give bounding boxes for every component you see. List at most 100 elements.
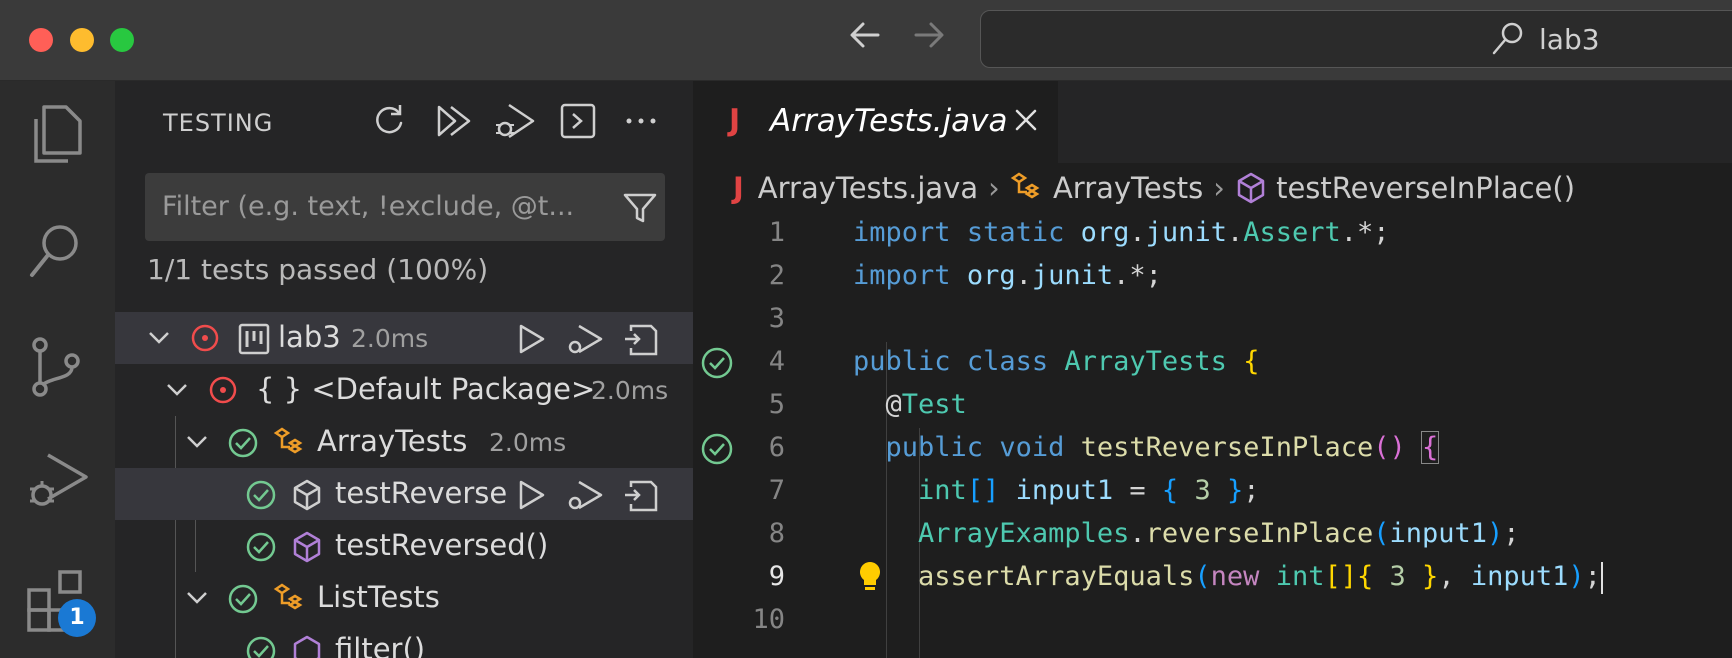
class-icon bbox=[1010, 172, 1040, 199]
tab-arraytests-java[interactable]: J ArrayTests.java bbox=[693, 81, 1058, 163]
code-text: assertArrayEquals(new int[]{ 3 }, input1… bbox=[918, 561, 1603, 594]
maximize-window-button[interactable] bbox=[110, 28, 134, 52]
code-text: import static org.junit.Assert.*; bbox=[853, 217, 1390, 248]
code-line: 9 assertArrayEquals(new int[]{ 3 }, inpu… bbox=[693, 557, 1732, 600]
run-debug-icon[interactable] bbox=[26, 449, 90, 517]
breadcrumb-method[interactable]: testReverseInPlace() bbox=[1276, 171, 1575, 205]
breadcrumb-class[interactable]: ArrayTests bbox=[1053, 171, 1203, 205]
code-text: public class ArrayTests { bbox=[853, 346, 1260, 377]
code-line: 4 public class ArrayTests { bbox=[693, 342, 1732, 385]
go-to-test-icon[interactable] bbox=[623, 323, 659, 361]
tree-label: testReversed() bbox=[335, 528, 549, 562]
search-text: lab3 bbox=[1539, 23, 1600, 56]
method-icon bbox=[291, 479, 323, 515]
line-number: 5 bbox=[768, 389, 785, 420]
java-file-icon: J bbox=[729, 103, 741, 138]
test-passed-gutter-icon[interactable] bbox=[700, 346, 734, 387]
method-icon bbox=[291, 531, 323, 567]
arrow-right-icon[interactable] bbox=[912, 18, 946, 61]
tree-duration: 2.0ms bbox=[591, 376, 669, 405]
tree-row-testreverse[interactable]: testReverse bbox=[115, 468, 693, 520]
tree-duration: 2.0ms bbox=[351, 324, 429, 353]
funnel-icon[interactable] bbox=[623, 191, 657, 229]
error-status-icon bbox=[190, 323, 220, 357]
code-line: 6 public void testReverseInPlace() { bbox=[693, 428, 1732, 471]
editor-area: J ArrayTests.java J ArrayTests.java › Arra… bbox=[693, 81, 1732, 658]
line-number: 10 bbox=[752, 604, 785, 635]
code-text: ArrayExamples.reverseInPlace(input1); bbox=[918, 518, 1520, 549]
chevron-down-icon[interactable] bbox=[147, 323, 171, 357]
filter-input[interactable]: Filter (e.g. text, !exclude, @t... bbox=[145, 173, 665, 241]
line-number: 7 bbox=[768, 475, 785, 506]
tree-row-filter[interactable]: filter() bbox=[115, 624, 693, 658]
refresh-icon[interactable] bbox=[371, 101, 407, 145]
tree-row-lab3[interactable]: lab3 2.0ms bbox=[115, 312, 693, 364]
search-icon[interactable] bbox=[26, 221, 86, 289]
tree-label: { } <Default Package> bbox=[256, 372, 596, 406]
run-test-icon[interactable] bbox=[517, 479, 547, 515]
source-control-icon[interactable] bbox=[26, 335, 86, 403]
project-board-icon bbox=[238, 323, 270, 359]
chevron-down-icon[interactable] bbox=[185, 427, 209, 461]
code-line: 8 ArrayExamples.reverseInPlace(input1); bbox=[693, 514, 1732, 557]
error-status-icon bbox=[208, 375, 238, 409]
testing-sidebar: TESTING Filter (e.g. text, !exclude, @t.… bbox=[115, 81, 693, 658]
tree-label: ListTests bbox=[317, 580, 440, 614]
code-line: 2 import org.junit.*; bbox=[693, 256, 1732, 299]
code-text: int[] input1 = { 3 }; bbox=[918, 475, 1260, 506]
java-file-icon: J bbox=[733, 171, 744, 205]
code-text: public void testReverseInPlace() { bbox=[885, 431, 1440, 464]
code-line: 3 bbox=[693, 299, 1732, 342]
debug-test-icon[interactable] bbox=[565, 479, 603, 517]
tree-duration: 2.0ms bbox=[489, 428, 567, 457]
chevron-right-icon: › bbox=[988, 171, 1000, 205]
filter-placeholder: Filter (e.g. text, !exclude, @t... bbox=[162, 191, 575, 222]
run-all-icon[interactable] bbox=[435, 101, 475, 145]
more-icon[interactable] bbox=[623, 101, 659, 145]
arrow-left-icon[interactable] bbox=[848, 18, 882, 61]
close-icon[interactable] bbox=[1011, 103, 1041, 141]
code-text: @Test bbox=[885, 389, 967, 420]
close-window-button[interactable] bbox=[29, 28, 53, 52]
tree-row-testreversed[interactable]: testReversed() bbox=[115, 520, 693, 572]
line-number: 8 bbox=[768, 518, 785, 549]
tree-label: ArrayTests bbox=[317, 424, 468, 458]
tree-row-arraytests[interactable]: ArrayTests 2.0ms bbox=[115, 416, 693, 468]
tree-label: filter() bbox=[335, 632, 426, 658]
tree-row-default-package[interactable]: { } <Default Package> 2.0ms bbox=[115, 364, 693, 416]
tab-bar: J ArrayTests.java bbox=[693, 81, 1732, 163]
chevron-right-icon: › bbox=[1213, 171, 1225, 205]
chevron-down-icon[interactable] bbox=[165, 375, 189, 409]
test-summary: 1/1 tests passed (100%) bbox=[147, 253, 489, 286]
class-icon bbox=[273, 583, 307, 619]
test-passed-gutter-icon[interactable] bbox=[700, 432, 734, 473]
code-line: 10 bbox=[693, 600, 1732, 643]
breadcrumb-file[interactable]: ArrayTests.java bbox=[758, 171, 978, 205]
passed-status-icon bbox=[227, 427, 259, 463]
passed-status-icon bbox=[245, 635, 277, 658]
run-test-icon[interactable] bbox=[517, 323, 547, 359]
chevron-down-icon[interactable] bbox=[185, 583, 209, 617]
tab-label: ArrayTests.java bbox=[770, 103, 1008, 139]
command-center-search[interactable]: lab3 bbox=[980, 10, 1732, 68]
title-bar: lab3 bbox=[0, 0, 1732, 81]
line-number: 1 bbox=[768, 217, 785, 248]
line-number: 2 bbox=[768, 260, 785, 291]
search-icon bbox=[1491, 21, 1525, 61]
tree-row-listtests[interactable]: ListTests bbox=[115, 572, 693, 624]
passed-status-icon bbox=[245, 531, 277, 567]
go-to-test-icon[interactable] bbox=[623, 479, 659, 517]
debug-all-icon[interactable] bbox=[493, 101, 537, 145]
code-line: 5 @Test bbox=[693, 385, 1732, 428]
line-number: 4 bbox=[768, 346, 785, 377]
code-line: 7 int[] input1 = { 3 }; bbox=[693, 471, 1732, 514]
explorer-icon[interactable] bbox=[26, 103, 86, 171]
tree-label: lab3 bbox=[278, 320, 341, 354]
extensions-badge: 1 bbox=[58, 599, 96, 637]
terminal-icon[interactable] bbox=[559, 101, 597, 145]
debug-test-icon[interactable] bbox=[565, 323, 603, 361]
code-line: 1 import static org.junit.Assert.*; bbox=[693, 213, 1732, 256]
minimize-window-button[interactable] bbox=[70, 28, 94, 52]
method-icon bbox=[291, 635, 323, 658]
passed-status-icon bbox=[245, 479, 277, 515]
